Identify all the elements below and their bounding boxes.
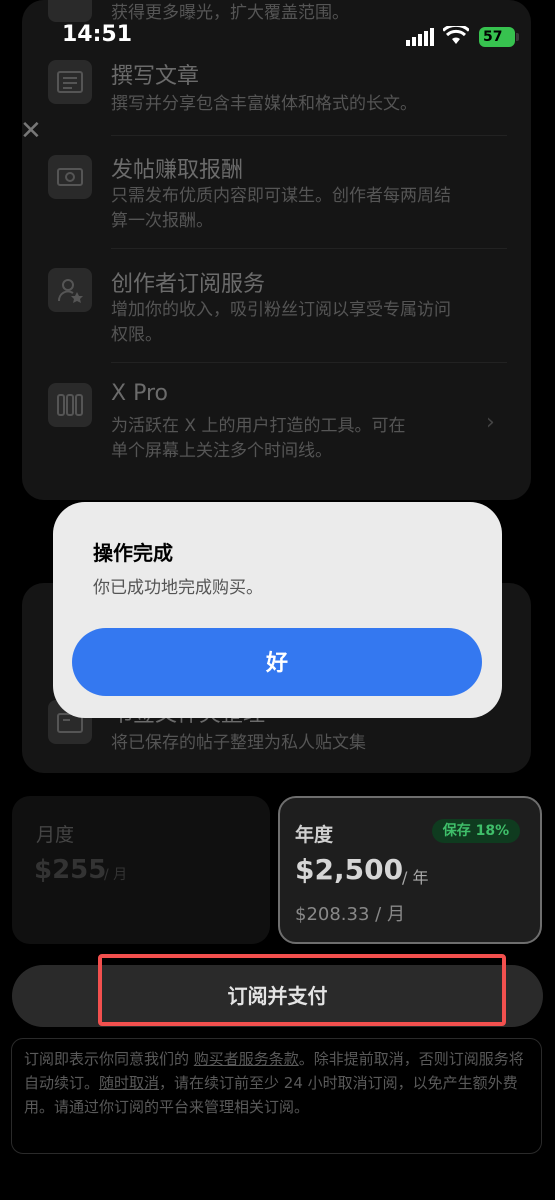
battery-indicator: 57 — [479, 27, 515, 47]
cancel-anytime-link[interactable]: 随时取消 — [99, 1074, 159, 1092]
feature-desc: 增加你的收入，吸引粉丝订阅以享受专属访问 — [111, 300, 451, 320]
plan-annual-price: $2,500 — [295, 853, 404, 886]
play-icon — [48, 0, 92, 22]
chevron-right-icon[interactable]: › — [486, 410, 495, 435]
columns-icon — [48, 383, 92, 427]
divider — [111, 248, 507, 249]
plan-annual-label: 年度 — [295, 824, 334, 846]
plan-annual-per-month: $208.33 / 月 — [295, 904, 405, 925]
close-icon[interactable]: ✕ — [20, 116, 42, 146]
legal-text: 订阅即表示你同意我们的 — [24, 1050, 194, 1068]
status-time: 14:51 — [62, 22, 133, 47]
feature-title: 创作者订阅服务 — [111, 272, 266, 297]
feature-desc: 为活跃在 X 上的用户打造的工具。可在 — [111, 416, 406, 436]
feature-desc-cont: 权限。 — [111, 325, 162, 345]
battery-tip — [516, 33, 519, 41]
legal-terms: 订阅即表示你同意我们的 购买者服务条款。除非提前取消，否则订阅服务将自动续订。随… — [11, 1038, 542, 1154]
subscriber-star-icon — [48, 268, 92, 312]
feature-desc: 撰写并分享包含丰富媒体和格式的长文。 — [111, 94, 417, 114]
highlight-box — [98, 954, 506, 1026]
divider — [111, 362, 507, 363]
plan-monthly-price: $255 — [34, 855, 107, 885]
plan-monthly-unit: / 月 — [104, 867, 128, 883]
feature-title: 发帖赚取报酬 — [111, 158, 244, 183]
feature-title: 撰写文章 — [111, 64, 200, 89]
buyer-terms-link[interactable]: 购买者服务条款 — [194, 1050, 299, 1068]
savings-badge: 保存 18% — [432, 819, 520, 843]
article-icon — [48, 60, 92, 104]
plan-annual-unit: / 年 — [402, 868, 429, 887]
plan-monthly-label: 月度 — [36, 824, 75, 846]
feature-desc: 只需发布优质内容即可谋生。创作者每两周结 — [111, 186, 451, 206]
feature-desc-cont: 算一次报酬。 — [111, 211, 213, 231]
alert-message: 你已成功地完成购买。 — [93, 578, 263, 598]
divider — [111, 135, 507, 136]
alert-title: 操作完成 — [93, 541, 173, 565]
feature-desc: 获得更多曝光，扩大覆盖范围。 — [111, 3, 349, 23]
feature-desc: 将已保存的帖子整理为私人贴文集 — [111, 733, 366, 753]
cellular-signal-icon — [406, 28, 434, 46]
money-icon — [48, 155, 92, 199]
alert-ok-button[interactable]: 好 — [72, 628, 482, 696]
feature-title: X Pro — [111, 381, 168, 406]
feature-desc-cont: 单个屏幕上关注多个时间线。 — [111, 441, 332, 461]
wifi-icon — [443, 26, 469, 44]
